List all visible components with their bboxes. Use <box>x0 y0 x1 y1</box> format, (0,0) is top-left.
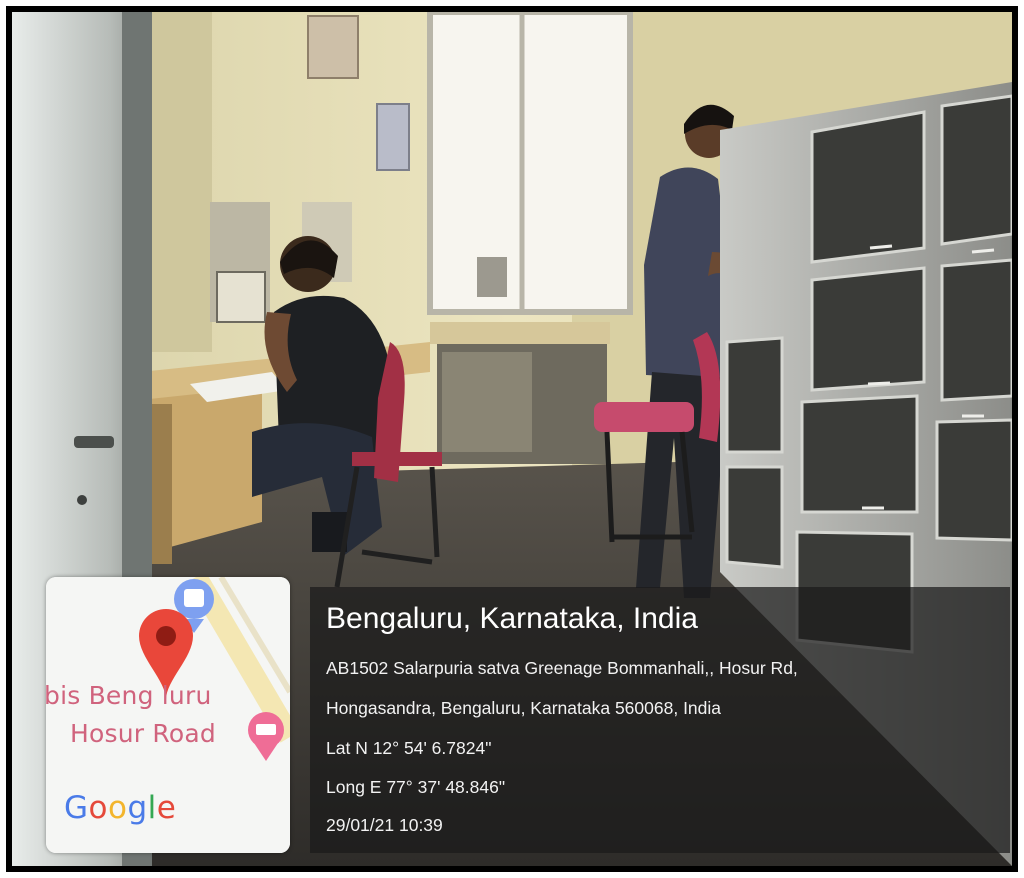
google-logo-letter: G <box>64 790 89 826</box>
map-place-label: bis Beng luru <box>46 681 212 710</box>
google-logo-letter: e <box>156 790 177 826</box>
google-logo: Google <box>64 790 176 826</box>
map-thumbnail[interactable]: bis Beng luru Hosur Road Google <box>46 577 290 853</box>
office-photo: bis Beng luru Hosur Road Google Bengalur… <box>12 12 1012 866</box>
photo-frame: bis Beng luru Hosur Road Google Bengalur… <box>6 6 1018 872</box>
longitude: Long E 77° 37' 48.846" <box>326 777 506 797</box>
latitude: Lat N 12° 54' 6.7824" <box>326 738 492 758</box>
google-logo-letter: l <box>147 790 157 826</box>
address-line-2: Hongasandra, Bengaluru, Karnataka 560068… <box>326 698 722 718</box>
geotag-info-panel: Bengaluru, Karnataka, India AB1502 Salar… <box>310 587 1010 853</box>
location-title: Bengaluru, Karnataka, India <box>326 602 698 635</box>
address-line-1: AB1502 Salarpuria satva Greenage Bommanh… <box>326 658 798 678</box>
map-road-label: Hosur Road <box>70 719 216 748</box>
google-logo-letter: o <box>108 790 128 826</box>
timestamp: 29/01/21 10:39 <box>326 815 443 835</box>
google-logo-letter: g <box>127 790 148 826</box>
google-logo-letter: o <box>88 790 108 826</box>
